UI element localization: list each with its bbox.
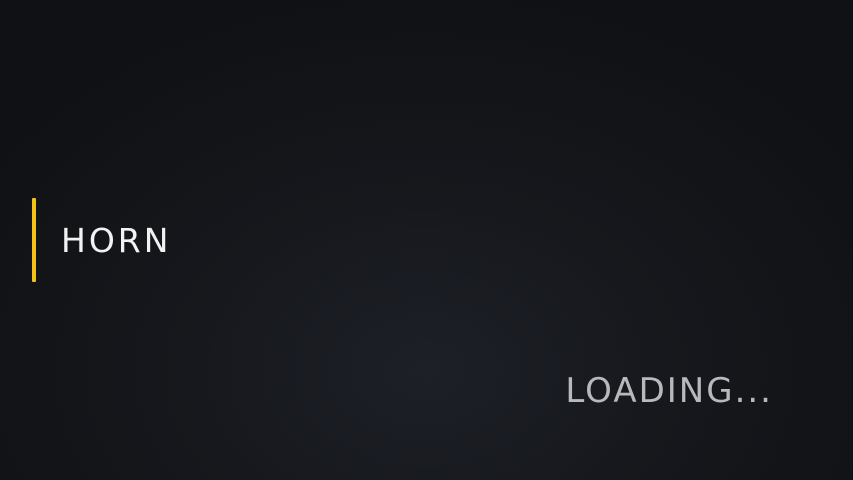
game-title-block: HORN bbox=[32, 198, 171, 282]
title-accent-bar bbox=[32, 198, 36, 282]
loading-indicator: LOADING... bbox=[565, 371, 773, 411]
game-title: HORN bbox=[61, 220, 172, 260]
